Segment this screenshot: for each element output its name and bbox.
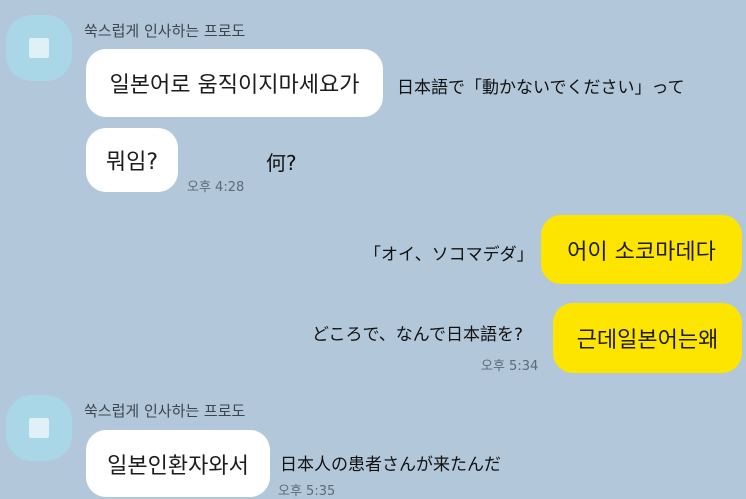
translation-annotation: 日本人の患者さんが来たんだ: [280, 455, 501, 475]
avatar[interactable]: [6, 395, 72, 461]
message-bubble-incoming[interactable]: 일본어로 움직이지마세요가: [86, 49, 383, 117]
translation-annotation: どころで、なんで日本語を?: [312, 325, 523, 345]
message-bubble-outgoing[interactable]: 어이 소코마데다: [541, 215, 742, 284]
message-text: 뭐임?: [105, 150, 159, 175]
message-bubble-incoming[interactable]: 뭐임?: [86, 128, 178, 192]
message-bubble-incoming[interactable]: 일본인환자와서: [86, 430, 270, 497]
message-timestamp: 오후 4:28: [187, 180, 245, 195]
avatar-placeholder-icon: [29, 418, 49, 438]
sender-name: 쑥스럽게 인사하는 프로도: [84, 22, 246, 40]
message-text: 어이 소코마데다: [567, 239, 716, 265]
message-bubble-outgoing[interactable]: 근데일본어는왜: [553, 303, 742, 373]
translation-annotation: 何?: [266, 151, 297, 175]
avatar[interactable]: [6, 15, 72, 81]
message-text: 근데일본어는왜: [576, 328, 719, 353]
translation-annotation: 日本語で「動かないでください」って: [397, 78, 685, 98]
message-text: 일본어로 움직이지마세요가: [109, 73, 360, 98]
message-timestamp: 오후 5:35: [278, 484, 336, 499]
avatar-placeholder-icon: [29, 38, 49, 58]
translation-annotation: 「オイ、ソコマデダ」: [364, 245, 534, 265]
message-text: 일본인환자와서: [107, 453, 249, 479]
sender-name: 쑥스럽게 인사하는 프로도: [84, 402, 246, 420]
message-timestamp: 오후 5:34: [481, 359, 539, 374]
